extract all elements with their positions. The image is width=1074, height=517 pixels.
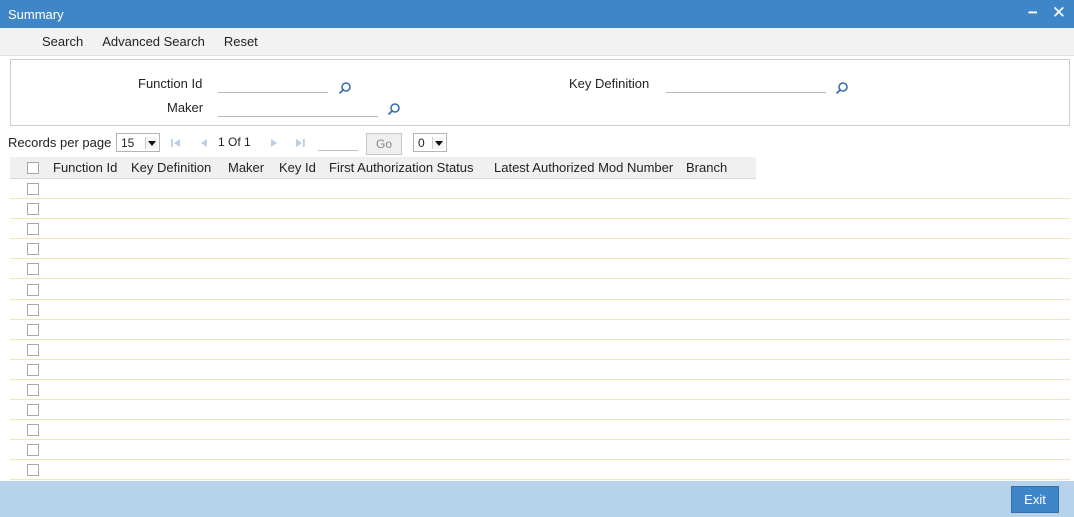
- exit-button[interactable]: Exit: [1011, 486, 1059, 513]
- column-header-latest-authorized-mod-number[interactable]: Latest Authorized Mod Number: [494, 160, 673, 175]
- grid-header: Function Id Key Definition Maker Key Id …: [10, 157, 756, 179]
- reset-menu-item[interactable]: Reset: [224, 34, 258, 49]
- pagination-bar: Records per page 15 1 Of 1 Go 0: [0, 130, 1074, 156]
- window-title-bar: Summary − ✕: [0, 0, 1074, 28]
- maker-label: Maker: [167, 100, 204, 115]
- row-checkbox[interactable]: [27, 444, 39, 457]
- row-checkbox[interactable]: [27, 263, 39, 276]
- first-page-icon[interactable]: [170, 137, 182, 149]
- select-all-checkbox[interactable]: [27, 162, 39, 174]
- function-id-field[interactable]: [218, 92, 328, 93]
- search-criteria-panel: Function Id Maker Key Definition: [10, 59, 1070, 126]
- row-checkbox[interactable]: [27, 323, 39, 336]
- previous-page-icon[interactable]: [198, 137, 210, 149]
- page-jump-value: 0: [418, 135, 425, 150]
- chevron-down-icon: [145, 137, 157, 149]
- chevron-down-icon: [432, 137, 444, 149]
- maker-field[interactable]: [218, 116, 378, 117]
- table-row[interactable]: [10, 380, 1070, 400]
- column-header-branch[interactable]: Branch: [686, 160, 727, 175]
- next-page-icon[interactable]: [268, 137, 280, 149]
- table-row[interactable]: [10, 340, 1070, 360]
- row-checkbox[interactable]: [27, 363, 39, 376]
- search-menu-item[interactable]: Search: [42, 34, 83, 49]
- footer-bar: [0, 481, 1074, 517]
- row-checkbox[interactable]: [27, 243, 39, 256]
- column-header-maker[interactable]: Maker: [228, 160, 264, 175]
- page-jump-input[interactable]: [318, 150, 358, 151]
- maker-search-icon[interactable]: [387, 102, 401, 116]
- table-row[interactable]: [10, 199, 1070, 220]
- row-checkbox[interactable]: [27, 424, 39, 437]
- action-menu-bar: Search Advanced Search Reset: [0, 28, 1074, 56]
- records-per-page-value: 15: [121, 135, 135, 150]
- row-checkbox[interactable]: [27, 303, 39, 316]
- row-checkbox[interactable]: [27, 464, 39, 477]
- table-row[interactable]: [10, 400, 1070, 421]
- column-header-first-authorization-status[interactable]: First Authorization Status: [329, 160, 474, 175]
- function-id-label: Function Id: [138, 76, 203, 91]
- table-row[interactable]: [10, 420, 1070, 441]
- key-definition-label: Key Definition: [569, 76, 650, 91]
- function-id-search-icon[interactable]: [338, 81, 352, 95]
- table-row[interactable]: [10, 440, 1070, 461]
- row-checkbox[interactable]: [27, 343, 39, 356]
- key-definition-field[interactable]: [666, 92, 826, 93]
- last-page-icon[interactable]: [294, 137, 306, 149]
- table-row[interactable]: [10, 239, 1070, 260]
- records-per-page-select[interactable]: 15: [116, 133, 160, 152]
- row-checkbox[interactable]: [27, 404, 39, 417]
- row-checkbox[interactable]: [27, 203, 39, 216]
- table-row[interactable]: [10, 280, 1070, 300]
- row-checkbox[interactable]: [27, 223, 39, 236]
- key-definition-search-icon[interactable]: [835, 81, 849, 95]
- row-checkbox[interactable]: [27, 183, 39, 195]
- page-info: 1 Of 1: [218, 135, 251, 149]
- row-checkbox[interactable]: [27, 283, 39, 296]
- table-row[interactable]: [10, 219, 1070, 240]
- window-title: Summary: [8, 6, 64, 22]
- table-row[interactable]: [10, 259, 1070, 280]
- table-row[interactable]: [10, 320, 1070, 340]
- table-row[interactable]: [10, 179, 1070, 199]
- go-button[interactable]: Go: [366, 133, 402, 155]
- close-icon[interactable]: ✕: [1052, 4, 1066, 22]
- advanced-search-menu-item[interactable]: Advanced Search: [102, 34, 205, 49]
- table-row[interactable]: [10, 360, 1070, 380]
- window-controls: − ✕: [1028, 4, 1066, 22]
- page-jump-select[interactable]: 0: [413, 133, 447, 152]
- column-header-key-id[interactable]: Key Id: [279, 160, 316, 175]
- row-checkbox[interactable]: [27, 384, 39, 396]
- table-row[interactable]: [10, 300, 1070, 320]
- records-per-page-label: Records per page: [8, 135, 112, 150]
- column-header-function-id[interactable]: Function Id: [53, 160, 117, 175]
- table-row[interactable]: [10, 460, 1070, 481]
- minimize-icon[interactable]: −: [1028, 4, 1038, 22]
- column-header-key-definition[interactable]: Key Definition: [131, 160, 211, 175]
